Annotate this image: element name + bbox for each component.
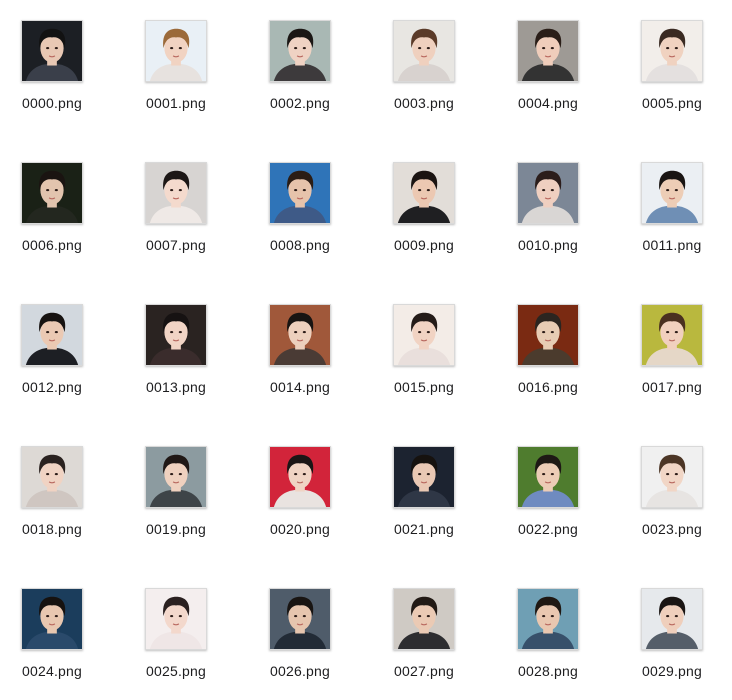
file-name: 0029.png (642, 663, 702, 679)
file-name: 0004.png (518, 95, 578, 111)
file-name: 0013.png (146, 379, 206, 395)
file-item[interactable]: 0013.png (114, 304, 238, 395)
file-item[interactable]: 0021.png (362, 446, 486, 537)
image-thumbnail[interactable] (393, 20, 455, 82)
file-name: 0003.png (394, 95, 454, 111)
image-thumbnail[interactable] (145, 20, 207, 82)
file-name: 0001.png (146, 95, 206, 111)
file-item[interactable]: 0000.png (0, 20, 114, 111)
image-thumbnail[interactable] (21, 446, 83, 508)
file-item[interactable]: 0005.png (610, 20, 732, 111)
file-name: 0018.png (22, 521, 82, 537)
image-thumbnail[interactable] (641, 446, 703, 508)
file-name: 0026.png (270, 663, 330, 679)
file-item[interactable]: 0023.png (610, 446, 732, 537)
file-item[interactable]: 0009.png (362, 162, 486, 253)
image-thumbnail[interactable] (517, 588, 579, 650)
file-item[interactable]: 0007.png (114, 162, 238, 253)
file-name: 0021.png (394, 521, 454, 537)
image-thumbnail[interactable] (517, 304, 579, 366)
file-name: 0009.png (394, 237, 454, 253)
file-name: 0025.png (146, 663, 206, 679)
file-item[interactable]: 0012.png (0, 304, 114, 395)
image-thumbnail[interactable] (641, 20, 703, 82)
file-name: 0017.png (642, 379, 702, 395)
file-name: 0002.png (270, 95, 330, 111)
image-thumbnail[interactable] (21, 304, 83, 366)
file-item[interactable]: 0022.png (486, 446, 610, 537)
file-item[interactable]: 0018.png (0, 446, 114, 537)
file-item[interactable]: 0004.png (486, 20, 610, 111)
file-item[interactable]: 0025.png (114, 588, 238, 679)
file-name: 0006.png (22, 237, 82, 253)
file-item[interactable]: 0016.png (486, 304, 610, 395)
file-name: 0005.png (642, 95, 702, 111)
image-thumbnail[interactable] (393, 446, 455, 508)
image-thumbnail[interactable] (641, 162, 703, 224)
file-item[interactable]: 0026.png (238, 588, 362, 679)
file-name: 0010.png (518, 237, 578, 253)
file-item[interactable]: 0019.png (114, 446, 238, 537)
file-grid: 0000.png 0001.png 0002.png 0003.png 0004.png… (0, 0, 732, 700)
image-thumbnail[interactable] (269, 588, 331, 650)
image-thumbnail[interactable] (269, 304, 331, 366)
image-thumbnail[interactable] (517, 162, 579, 224)
image-thumbnail[interactable] (641, 588, 703, 650)
file-item[interactable]: 0001.png (114, 20, 238, 111)
file-item[interactable]: 0020.png (238, 446, 362, 537)
image-thumbnail[interactable] (641, 304, 703, 366)
file-name: 0027.png (394, 663, 454, 679)
image-thumbnail[interactable] (21, 162, 83, 224)
file-item[interactable]: 0010.png (486, 162, 610, 253)
image-thumbnail[interactable] (269, 20, 331, 82)
file-item[interactable]: 0024.png (0, 588, 114, 679)
image-thumbnail[interactable] (517, 446, 579, 508)
image-thumbnail[interactable] (145, 162, 207, 224)
file-name: 0028.png (518, 663, 578, 679)
file-item[interactable]: 0029.png (610, 588, 732, 679)
file-name: 0011.png (642, 237, 702, 253)
image-thumbnail[interactable] (21, 20, 83, 82)
image-thumbnail[interactable] (145, 446, 207, 508)
file-item[interactable]: 0014.png (238, 304, 362, 395)
image-thumbnail[interactable] (21, 588, 83, 650)
file-item[interactable]: 0017.png (610, 304, 732, 395)
file-item[interactable]: 0002.png (238, 20, 362, 111)
file-name: 0016.png (518, 379, 578, 395)
image-thumbnail[interactable] (269, 162, 331, 224)
file-name: 0023.png (642, 521, 702, 537)
file-name: 0012.png (22, 379, 82, 395)
image-thumbnail[interactable] (145, 588, 207, 650)
image-thumbnail[interactable] (393, 588, 455, 650)
file-item[interactable]: 0008.png (238, 162, 362, 253)
file-item[interactable]: 0006.png (0, 162, 114, 253)
file-name: 0008.png (270, 237, 330, 253)
file-name: 0014.png (270, 379, 330, 395)
file-item[interactable]: 0015.png (362, 304, 486, 395)
image-thumbnail[interactable] (269, 446, 331, 508)
file-name: 0000.png (22, 95, 82, 111)
file-name: 0020.png (270, 521, 330, 537)
image-thumbnail[interactable] (393, 162, 455, 224)
file-name: 0015.png (394, 379, 454, 395)
file-item[interactable]: 0027.png (362, 588, 486, 679)
image-thumbnail[interactable] (145, 304, 207, 366)
image-thumbnail[interactable] (517, 20, 579, 82)
file-name: 0022.png (518, 521, 578, 537)
file-item[interactable]: 0011.png (610, 162, 732, 253)
file-item[interactable]: 0028.png (486, 588, 610, 679)
image-thumbnail[interactable] (393, 304, 455, 366)
file-name: 0007.png (146, 237, 206, 253)
file-item[interactable]: 0003.png (362, 20, 486, 111)
file-name: 0019.png (146, 521, 206, 537)
file-name: 0024.png (22, 663, 82, 679)
